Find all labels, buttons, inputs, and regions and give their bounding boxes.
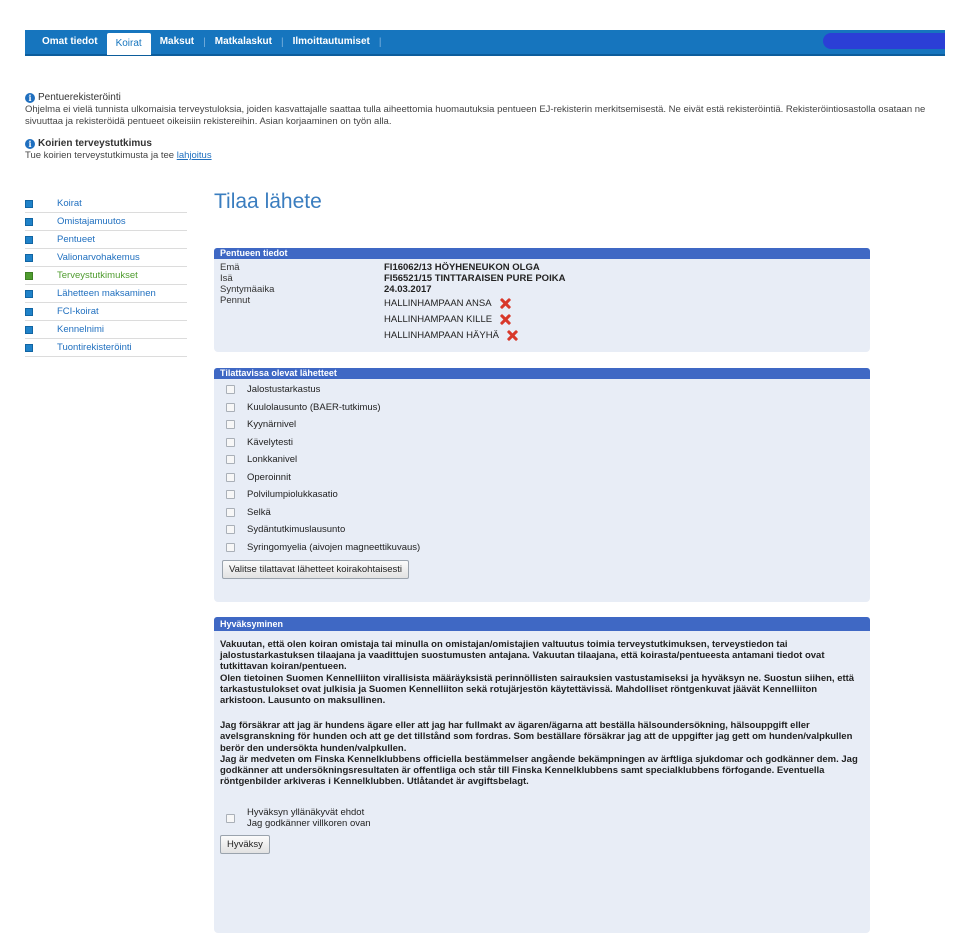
tab-maksut[interactable]: Maksut <box>151 29 203 55</box>
puppies-label: Pennut <box>220 295 251 306</box>
bullet-icon <box>25 343 33 352</box>
referral-option[interactable]: Polvilumpiolukkasatio <box>214 486 870 504</box>
referral-option[interactable]: Kävelytesti <box>214 434 870 452</box>
referrals-panel: Tilattavissa olevat lähetteet Jalostusta… <box>214 368 870 602</box>
referral-option[interactable]: Lonkkanivel <box>214 451 870 469</box>
bullet-icon <box>25 289 33 298</box>
checkbox[interactable] <box>226 490 235 500</box>
bullet-icon <box>25 217 33 226</box>
puppy-item: HALLINHAMPAAN ANSA <box>384 295 518 311</box>
select-referrals-per-dog-button[interactable]: Valitse tilattavat lähetteet koirakohtai… <box>222 560 410 579</box>
nav-separator: | <box>378 36 382 48</box>
panel-header: Pentueen tiedot <box>214 248 870 259</box>
sidebar-item-tuontirekisterointi[interactable]: Tuontirekisteröinti <box>25 339 187 357</box>
bullet-icon <box>25 235 33 244</box>
info-row: Syntymäaika 24.03.2017 <box>220 284 432 295</box>
referral-option[interactable]: Syringomyelia (aivojen magneettikuvaus) <box>214 539 870 557</box>
sidebar-item-koirat[interactable]: Koirat <box>25 195 187 213</box>
referral-option[interactable]: Operoinnit <box>214 469 870 487</box>
referral-option[interactable]: Kuulolausunto (BAER-tutkimus) <box>214 399 870 417</box>
info-row: Emä FI16062/13 HÖYHENEUKON OLGA <box>220 262 540 273</box>
checkbox[interactable] <box>226 472 235 482</box>
checkbox[interactable] <box>226 455 235 465</box>
accept-terms-checkbox[interactable] <box>226 813 235 823</box>
bullet-icon <box>25 253 33 262</box>
litter-info-panel: Pentueen tiedot Emä FI16062/13 HÖYHENEUKO… <box>214 248 870 352</box>
sidebar-item-fci-koirat[interactable]: FCI-koirat <box>25 303 187 321</box>
checkbox[interactable] <box>226 507 235 517</box>
tab-matkalaskut[interactable]: Matkalaskut <box>206 29 281 55</box>
referral-option[interactable]: Sydäntutkimuslausunto <box>214 521 870 539</box>
puppy-item: HALLINHAMPAAN HÄYHÄ <box>384 327 518 343</box>
terms-text: Vakuutan, että olen koiran omistaja tai … <box>220 639 858 788</box>
sidebar-item-lahetteen-maksaminen[interactable]: Lähetteen maksaminen <box>25 285 187 303</box>
checkbox[interactable] <box>226 525 235 535</box>
checkbox[interactable] <box>226 542 235 552</box>
checkbox[interactable] <box>226 437 235 447</box>
tab-omat-tiedot[interactable]: Omat tiedot <box>33 29 107 55</box>
bullet-icon <box>25 325 33 334</box>
checkbox[interactable] <box>226 420 235 430</box>
top-navigation: Omat tiedot Koirat Maksut | Matkalaskut … <box>25 30 945 56</box>
sidebar-item-omistajamuutos[interactable]: Omistajamuutos <box>25 213 187 231</box>
bullet-icon <box>25 199 33 208</box>
tab-ilmoittautumiset[interactable]: Ilmoittautumiset <box>284 29 379 55</box>
referral-option[interactable]: Kyynärnivel <box>214 416 870 434</box>
puppy-list: HALLINHAMPAAN ANSA HALLINHAMPAAN KILLE H… <box>384 295 518 343</box>
approval-panel: Hyväksyminen Vakuutan, että olen koiran … <box>214 617 870 933</box>
checkbox[interactable] <box>226 402 235 412</box>
notice-terveystutkimus: i Koirien terveystutkimus Tue koirien te… <box>25 138 945 162</box>
notice-title: Koirien terveystutkimus <box>38 138 152 149</box>
accept-button[interactable]: Hyväksy <box>220 835 270 855</box>
bullet-icon <box>25 307 33 316</box>
referral-option[interactable]: Jalostustarkastus <box>214 381 870 399</box>
page-title: Tilaa lähete <box>214 190 322 213</box>
panel-header: Hyväksyminen <box>214 617 870 631</box>
sidebar-item-valionarvohakemus[interactable]: Valionarvohakemus <box>25 249 187 267</box>
info-icon: i <box>25 92 35 103</box>
referral-option[interactable]: Selkä <box>214 504 870 522</box>
remove-icon[interactable] <box>500 314 511 325</box>
accept-terms-option[interactable]: Hyväksyn yllänäkyvät ehdot Jag godkänner… <box>214 787 870 829</box>
sidebar-item-terveystutkimukset[interactable]: Terveystutkimukset <box>25 267 187 285</box>
sidebar-item-pentueet[interactable]: Pentueet <box>25 231 187 249</box>
bullet-icon <box>25 271 33 280</box>
panel-header: Tilattavissa olevat lähetteet <box>214 368 870 379</box>
puppy-item: HALLINHAMPAAN KILLE <box>384 311 518 327</box>
sidebar-item-kennelnimi[interactable]: Kennelnimi <box>25 321 187 339</box>
info-row: Isä FI56521/15 TINTTARAISEN PURE POIKA <box>220 273 566 284</box>
notice-pentuerekisterointi: i Pentuerekisteröinti Ohjelma ei vielä t… <box>25 92 945 128</box>
checkbox[interactable] <box>226 385 235 395</box>
donation-link[interactable]: lahjoitus <box>177 150 212 161</box>
tab-koirat[interactable]: Koirat <box>106 33 151 55</box>
notice-text: Tue koirien terveystutkimusta ja tee <box>25 150 175 161</box>
sidebar: Koirat Omistajamuutos Pentueet Valionarv… <box>25 195 187 357</box>
notice-title: Pentuerekisteröinti <box>38 92 121 103</box>
notice-text: Ohjelma ei vielä tunnista ulkomaisia ter… <box>25 104 926 127</box>
info-icon: i <box>25 138 35 149</box>
remove-icon[interactable] <box>500 298 511 309</box>
user-menu-redacted[interactable] <box>823 33 945 49</box>
remove-icon[interactable] <box>507 330 518 341</box>
